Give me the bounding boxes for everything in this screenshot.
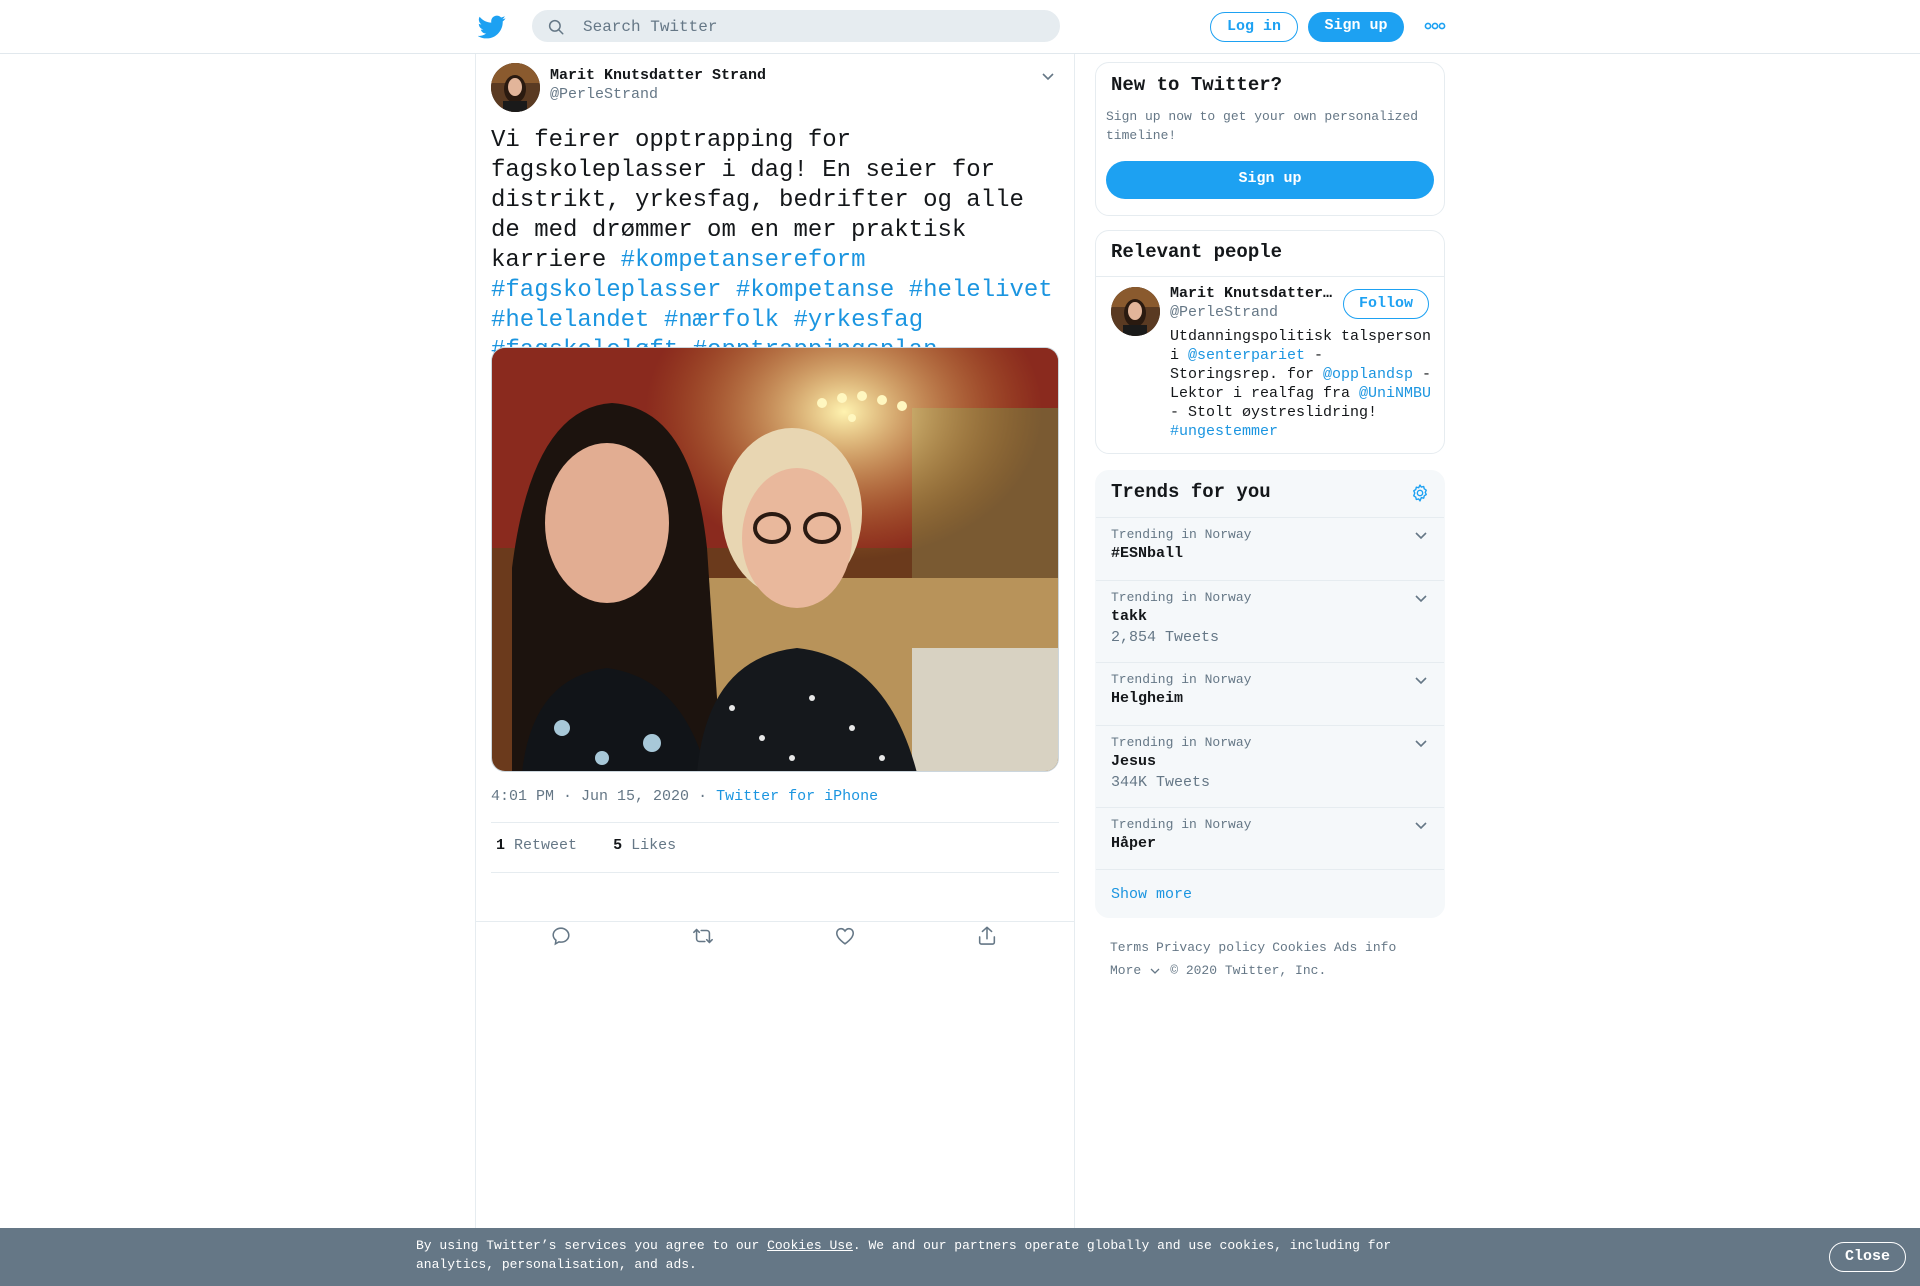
trend-context: Trending in Norway <box>1111 672 1252 687</box>
like-stat-label: Likes <box>631 837 677 854</box>
tweet-actions <box>491 925 1059 955</box>
tweet-photo[interactable] <box>491 347 1059 772</box>
divider <box>1096 276 1444 277</box>
tweet-stats: 1 Retweet 5 Likes <box>496 837 676 854</box>
signup-button[interactable]: Sign up <box>1308 12 1404 42</box>
more-menu[interactable]: More <box>1110 963 1160 978</box>
trends-card: Trends for you Trending in Norway #ESNba… <box>1095 470 1445 918</box>
trend-item[interactable]: Trending in Norway Håper <box>1096 807 1444 870</box>
follow-button[interactable]: Follow <box>1343 289 1429 319</box>
trend-name: #ESNball <box>1111 545 1184 562</box>
cookie-text: By using Twitter’s services you agree to… <box>416 1236 1426 1274</box>
chevron-down-icon <box>1150 968 1160 974</box>
close-button[interactable]: Close <box>1829 1242 1906 1272</box>
trend-name: Jesus <box>1111 753 1157 770</box>
relevant-people-card: Relevant people Marit Knutsdatter Strand… <box>1095 230 1445 454</box>
tweet-source-link[interactable]: Twitter for iPhone <box>716 788 878 805</box>
person-name[interactable]: Marit Knutsdatter Strand <box>1170 285 1338 302</box>
retweet-stat-label: Retweet <box>514 837 578 854</box>
login-button[interactable]: Log in <box>1210 12 1298 42</box>
show-more-link[interactable]: Show more <box>1111 886 1192 903</box>
cookies-link[interactable]: Cookies <box>1272 940 1327 955</box>
trend-tweet-count: 2,854 Tweets <box>1111 629 1220 646</box>
trend-item[interactable]: Trending in Norway #ESNball <box>1096 517 1444 580</box>
terms-link[interactable]: Terms <box>1110 940 1149 955</box>
hashtag-link[interactable]: #kompetanse <box>736 277 894 304</box>
like-stat[interactable]: 5 Likes <box>613 837 676 854</box>
mention-link[interactable]: @UniNMBU <box>1359 385 1431 402</box>
hashtag-link[interactable]: #fagskoleplasser <box>491 277 721 304</box>
hashtag-link[interactable]: #helelivet <box>909 277 1053 304</box>
trend-item[interactable]: Trending in Norway Jesus 344K Tweets <box>1096 725 1444 807</box>
gear-icon[interactable] <box>1410 483 1430 503</box>
chevron-down-icon[interactable] <box>1414 528 1428 542</box>
search-icon <box>548 19 564 35</box>
hashtag-link[interactable]: #nærfolk <box>664 307 779 334</box>
footer-links: Terms Privacy policy Cookies Ads info More ©… <box>1110 936 1440 982</box>
person-avatar[interactable] <box>1111 287 1160 336</box>
cookie-text-before: By using Twitter’s services you agree to… <box>416 1238 768 1253</box>
divider <box>491 872 1059 873</box>
chevron-down-icon[interactable] <box>1414 673 1428 687</box>
like-count: 5 <box>613 837 623 854</box>
signup-description: Sign up now to get your own personalized… <box>1106 109 1419 143</box>
reply-icon[interactable] <box>550 925 572 947</box>
hashtag-link[interactable]: #ungestemmer <box>1170 423 1278 440</box>
card-title: New to Twitter? <box>1111 74 1283 96</box>
trend-tweet-count: 344K Tweets <box>1111 774 1211 791</box>
copyright: © 2020 Twitter, Inc. <box>1170 963 1327 978</box>
trend-context: Trending in Norway <box>1111 527 1252 542</box>
more-label: More <box>1110 963 1142 978</box>
trend-name: Helgheim <box>1111 690 1184 707</box>
ads-info-link[interactable]: Ads info <box>1334 940 1396 955</box>
person-handle[interactable]: @PerleStrand <box>1170 304 1278 321</box>
hashtag-link[interactable]: #helelandet <box>491 307 649 334</box>
cookies-use-link[interactable]: Cookies Use <box>767 1238 853 1253</box>
mention-link[interactable]: @opplandsp <box>1323 366 1413 383</box>
tweet-text: Vi feirer opptrapping for fagskoleplasse… <box>491 126 1063 366</box>
divider <box>491 822 1059 823</box>
retweet-stat[interactable]: 1 Retweet <box>496 837 577 854</box>
person-bio: Utdanningspolitisk talsperson i @senterp… <box>1170 327 1432 441</box>
hashtag-link[interactable]: #kompetansereform <box>621 247 866 274</box>
trend-context: Trending in Norway <box>1111 817 1252 832</box>
more-options-icon[interactable] <box>1424 19 1446 33</box>
hashtag-link[interactable]: #yrkesfag <box>793 307 923 334</box>
like-icon[interactable] <box>834 925 856 947</box>
chevron-down-icon[interactable] <box>1414 818 1428 832</box>
author-name[interactable]: Marit Knutsdatter Strand <box>550 67 766 84</box>
bio-text: - Stolt øystreslidring! <box>1170 404 1378 421</box>
retweet-icon[interactable] <box>692 925 714 947</box>
card-title: Relevant people <box>1111 241 1283 263</box>
privacy-link[interactable]: Privacy policy <box>1156 940 1265 955</box>
trend-context: Trending in Norway <box>1111 590 1252 605</box>
divider <box>476 921 1074 922</box>
author-handle[interactable]: @PerleStrand <box>550 86 658 103</box>
trend-context: Trending in Norway <box>1111 735 1252 750</box>
meta-separator: · <box>698 788 708 805</box>
chevron-down-icon[interactable] <box>1414 736 1428 750</box>
trend-item[interactable]: Trending in Norway Helgheim <box>1096 662 1444 725</box>
card-title: Trends for you <box>1111 481 1271 503</box>
retweet-count: 1 <box>496 837 506 854</box>
search-box[interactable]: Search Twitter <box>532 10 1060 42</box>
tweet-detail-column: Marit Knutsdatter Strand @PerleStrand Vi… <box>475 54 1075 1286</box>
new-to-twitter-card: New to Twitter? Sign up now to get your … <box>1095 62 1445 216</box>
trend-name: takk <box>1111 608 1148 625</box>
share-icon[interactable] <box>976 925 998 947</box>
top-nav-bar: Search Twitter Log in Sign up <box>0 0 1920 54</box>
sidebar-signup-button[interactable]: Sign up <box>1106 161 1434 199</box>
tweet-timestamp[interactable]: 4:01 PM · Jun 15, 2020 <box>491 788 689 805</box>
twitter-logo-icon[interactable] <box>478 13 506 41</box>
chevron-down-icon[interactable] <box>1040 68 1056 84</box>
tweet-meta: 4:01 PM · Jun 15, 2020 · Twitter for iPh… <box>491 788 878 805</box>
chevron-down-icon[interactable] <box>1414 591 1428 605</box>
mention-link[interactable]: @senterpariet <box>1188 347 1305 364</box>
author-avatar[interactable] <box>491 63 540 112</box>
trend-name: Håper <box>1111 835 1157 852</box>
search-input[interactable]: Search Twitter <box>583 18 717 36</box>
cookie-consent-bar: By using Twitter’s services you agree to… <box>0 1228 1920 1286</box>
trend-item[interactable]: Trending in Norway takk 2,854 Tweets <box>1096 580 1444 662</box>
